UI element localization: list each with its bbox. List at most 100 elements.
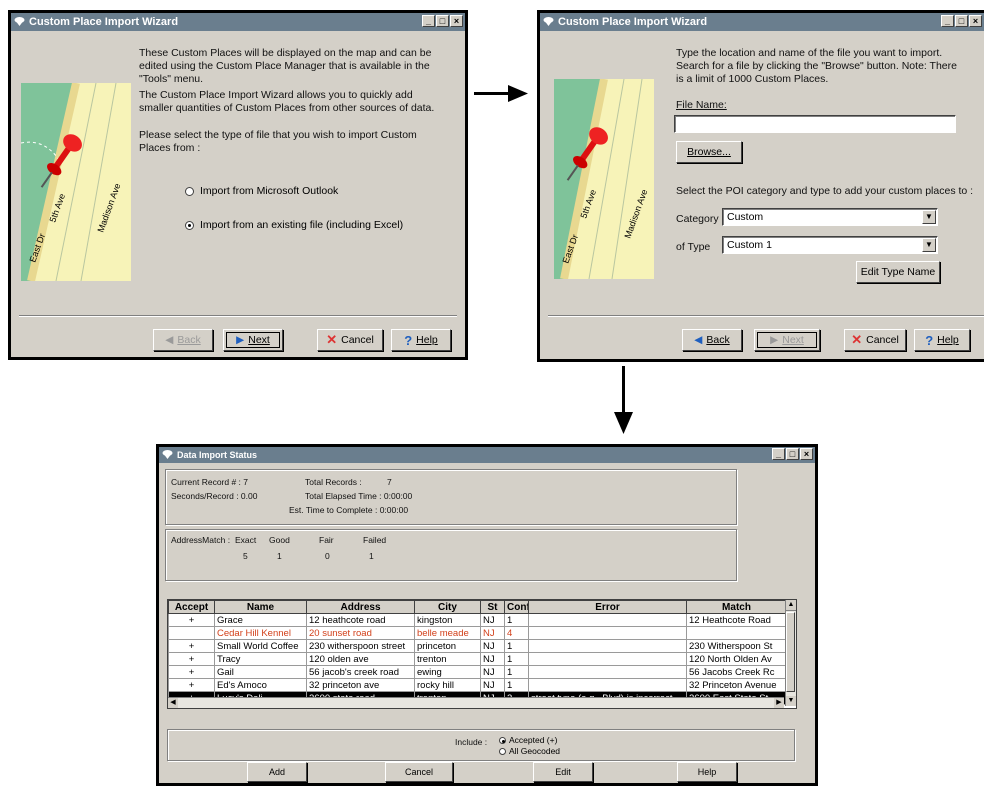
current-record: Current Record # : 7	[171, 477, 249, 487]
cell-name: Cedar Hill Kennel	[214, 626, 307, 640]
seconds-per-record: Seconds/Record : 0.00	[171, 491, 258, 501]
cancel-button[interactable]: Cancel	[385, 762, 453, 782]
radio-all-geocoded[interactable]: All Geocoded	[499, 746, 560, 756]
column-header-accept[interactable]: Accept	[168, 600, 215, 614]
cell-error	[528, 665, 687, 679]
close-button[interactable]: ×	[969, 15, 982, 27]
scroll-down-arrow-icon[interactable]: ▼	[786, 696, 796, 706]
chevron-down-icon[interactable]: ▼	[922, 238, 936, 252]
radio-import-outlook[interactable]: Import from Microsoft Outlook	[185, 185, 338, 197]
match-value-exact: 5	[243, 551, 248, 561]
next-button[interactable]: ▶ Next	[754, 329, 820, 351]
cancel-x-icon: ✕	[851, 332, 863, 347]
column-header-name[interactable]: Name	[214, 600, 307, 614]
type-label: of Type	[676, 241, 711, 253]
cell-state: NJ	[480, 678, 505, 692]
back-arrow-icon: ◀	[694, 334, 703, 346]
table-row[interactable]: Cedar Hill Kennel 20 sunset road belle mea…	[168, 626, 787, 640]
help-button[interactable]: ? Help	[391, 329, 451, 351]
category-dropdown[interactable]: Custom ▼	[722, 208, 938, 226]
table-row[interactable]: + Gail 56 jacob's creek road ewing NJ 1 56 Jac…	[168, 665, 787, 679]
close-button[interactable]: ×	[800, 448, 813, 460]
add-label: Add	[268, 767, 285, 777]
scroll-left-arrow-icon[interactable]: ◀	[168, 698, 178, 708]
file-name-input[interactable]	[674, 115, 956, 133]
cell-match	[686, 626, 787, 640]
add-button[interactable]: Add	[247, 762, 307, 782]
column-header-city[interactable]: City	[414, 600, 481, 614]
chevron-down-icon[interactable]: ▼	[922, 210, 936, 224]
vertical-scrollbar[interactable]: ▲ ▼	[785, 600, 796, 706]
help-button[interactable]: Help	[677, 762, 737, 782]
close-button[interactable]: ×	[450, 15, 463, 27]
title-bar[interactable]: Custom Place Import Wizard _ □ ×	[11, 13, 465, 31]
table-row[interactable]: + Small World Coffee 230 witherspoon stree…	[168, 639, 787, 653]
help-button[interactable]: ? Help	[914, 329, 970, 351]
cell-error	[528, 639, 687, 653]
total-elapsed-time: Total Elapsed Time : 0:00:00	[305, 491, 413, 501]
radio-accepted[interactable]: Accepted (+)	[499, 735, 557, 745]
cell-conf: 1	[504, 678, 529, 692]
minimize-button[interactable]: _	[941, 15, 954, 27]
window-title: Custom Place Import Wizard	[29, 16, 179, 28]
table-row[interactable]: + Grace 12 heathcote road kingston NJ 1 12 Hea…	[168, 613, 787, 627]
minimize-button[interactable]: _	[772, 448, 785, 460]
help-label: Help	[416, 334, 438, 346]
edit-type-name-button[interactable]: Edit Type Name	[856, 261, 940, 283]
cell-accept: +	[168, 639, 215, 653]
back-button[interactable]: ◀ Back	[682, 329, 742, 351]
match-header-fair: Fair	[319, 535, 334, 545]
cancel-button[interactable]: ✕ Cancel	[317, 329, 383, 351]
cell-address: 20 sunset road	[306, 626, 415, 640]
horizontal-scrollbar[interactable]: ◀ ▶	[168, 697, 784, 708]
scroll-up-arrow-icon[interactable]: ▲	[786, 600, 796, 611]
browse-button[interactable]: Browse...	[676, 141, 742, 163]
column-header-match[interactable]: Match	[686, 600, 787, 614]
help-label: Help	[697, 767, 717, 777]
back-button[interactable]: ◀ Back	[153, 329, 213, 351]
minimize-button[interactable]: _	[422, 15, 435, 27]
cell-match: 56 Jacobs Creek Rc	[686, 665, 787, 679]
radio-import-existing-file[interactable]: Import from an existing file (including …	[185, 219, 403, 231]
cell-name: Tracy	[214, 652, 307, 666]
results-table[interactable]: Accept Name Address City St Conf Error M…	[168, 600, 787, 705]
title-bar[interactable]: Data Import Status _ □ ×	[159, 447, 815, 463]
maximize-button[interactable]: □	[955, 15, 968, 27]
table-row[interactable]: + Tracy 120 olden ave trenton NJ 1 120 North O…	[168, 652, 787, 666]
scroll-right-arrow-icon[interactable]: ▶	[774, 698, 784, 708]
column-header-error[interactable]: Error	[528, 600, 687, 614]
maximize-button[interactable]: □	[786, 448, 799, 460]
edit-button[interactable]: Edit	[533, 762, 593, 782]
cell-conf: 1	[504, 665, 529, 679]
radio-circle[interactable]	[185, 220, 194, 230]
title-bar[interactable]: Custom Place Import Wizard _ □ ×	[540, 13, 984, 31]
map-illustration: East Dr 5th Ave Madison Ave	[554, 79, 654, 279]
type-dropdown[interactable]: Custom 1 ▼	[722, 236, 938, 254]
table-row[interactable]: + Ed's Amoco 32 princeton ave rocky hill NJ 1…	[168, 678, 787, 692]
back-label: Back	[706, 334, 730, 346]
column-header-address[interactable]: Address	[306, 600, 415, 614]
radio-circle[interactable]	[185, 186, 194, 196]
cell-accept: +	[168, 665, 215, 679]
match-header-failed: Failed	[363, 535, 387, 545]
scroll-thumb[interactable]	[786, 612, 795, 692]
intro-text: Type the location and name of the file y…	[676, 47, 957, 85]
cancel-button[interactable]: ✕ Cancel	[844, 329, 906, 351]
maximize-button[interactable]: □	[436, 15, 449, 27]
app-icon	[14, 17, 25, 26]
column-header-conf[interactable]: Conf	[504, 600, 529, 614]
window-title: Data Import Status	[177, 450, 258, 460]
cell-city: belle meade	[414, 626, 481, 640]
column-header-state[interactable]: St	[480, 600, 505, 614]
app-icon	[162, 450, 173, 459]
match-value-fair: 0	[325, 551, 330, 561]
radio-circle[interactable]	[499, 736, 506, 744]
intro-paragraph-2: The Custom Place Import Wizard allows yo…	[139, 89, 435, 114]
radio-label: Import from Microsoft Outlook	[200, 185, 339, 197]
help-question-icon: ?	[925, 332, 934, 348]
next-button[interactable]: ▶ Next	[223, 329, 283, 351]
edit-type-name-label: Edit Type Name	[860, 266, 936, 278]
footer-divider	[548, 315, 984, 317]
radio-circle[interactable]	[499, 747, 506, 755]
intro-paragraph-1: These Custom Places will be displayed on…	[139, 47, 432, 85]
